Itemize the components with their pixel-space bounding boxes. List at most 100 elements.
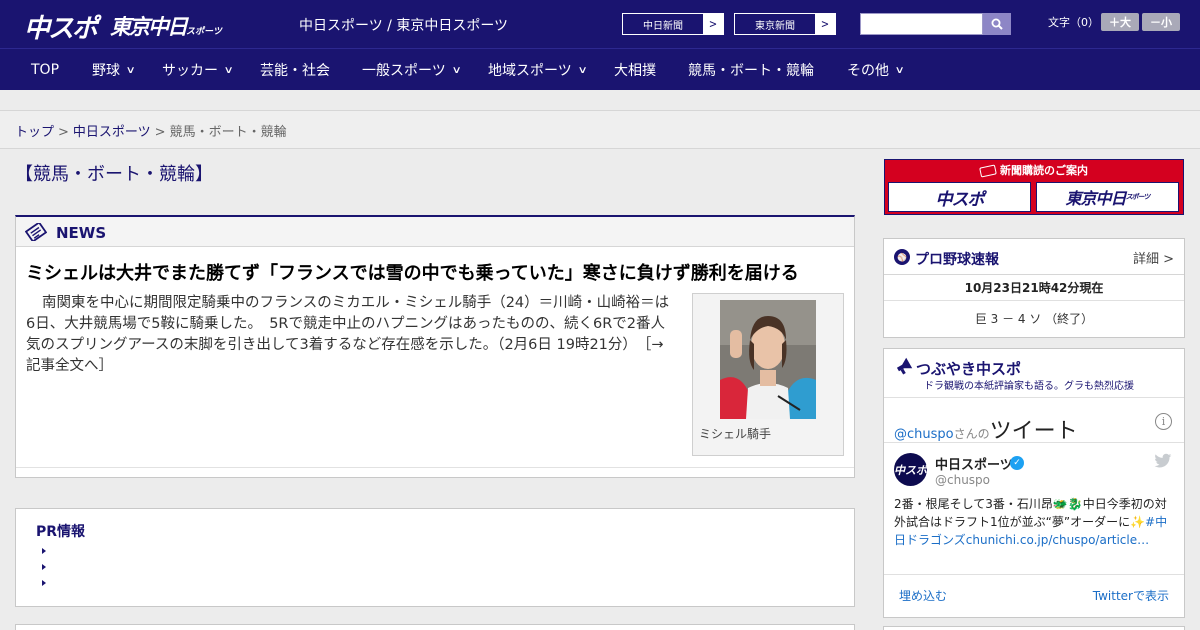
nav-item-label: 芸能・社会 — [260, 63, 330, 79]
search-button[interactable] — [983, 13, 1011, 35]
chevron-down-icon: ∨ — [451, 64, 462, 76]
subscription-title: 新聞購読のご案内 — [885, 162, 1183, 178]
news-section-header: NEWS — [16, 217, 854, 247]
newspaper-icon — [25, 223, 47, 241]
nav-item-label: サッカー — [162, 63, 218, 79]
divider — [884, 574, 1184, 575]
article-photo-card[interactable]: ミシェル騎手 — [692, 293, 844, 456]
chevron-down-icon: ∨ — [577, 64, 588, 76]
nav-item-other[interactable]: その他 ∨ — [847, 49, 905, 91]
nav-item-label: 地域スポーツ — [488, 63, 572, 79]
baseball-details-link[interactable]: 詳細 > — [1133, 248, 1174, 267]
next-widget — [883, 626, 1185, 630]
tweet-link[interactable]: chunichi.co.jp/chuspo/article… — [966, 533, 1149, 547]
next-section — [15, 624, 855, 630]
chevron-down-icon: ∨ — [894, 64, 905, 76]
jockey-photo-image — [720, 300, 816, 419]
subscription-title-text: 新聞購読のご案内 — [1000, 164, 1088, 177]
game-score[interactable]: 巨 3 － 4 ソ （終了） — [884, 310, 1184, 327]
site-title: 中日スポーツ / 東京中日スポーツ — [299, 18, 509, 34]
verified-badge-icon: ✓ — [1010, 456, 1024, 470]
nav-item-soccer[interactable]: サッカー ∨ — [162, 49, 234, 91]
nav-item-entertainment[interactable]: 芸能・社会 — [260, 49, 330, 91]
chuspo-logo[interactable]: 中スポ — [24, 8, 98, 44]
font-increase-button[interactable]: ＋大 — [1101, 13, 1139, 31]
megaphone-icon — [896, 357, 913, 375]
jockey-photo — [720, 300, 816, 419]
embed-link[interactable]: 埋め込む — [899, 587, 947, 604]
chevron-down-icon: ∨ — [125, 64, 136, 76]
nav-item-label: 野球 — [92, 63, 120, 79]
divider — [884, 442, 1184, 443]
article-summary: 南関東を中心に期間限定騎乗中のフランスのミカエル・ミシェル騎手（24）＝川崎・山… — [26, 293, 671, 377]
tokyo-shimbun-label: 東京新聞 — [755, 20, 795, 32]
ticket-icon — [979, 164, 997, 178]
twitter-widget: つぶやき中スポ ドラ観戦の本紙評論家も語る。グラも熱烈応援 @chuspoさんの… — [883, 348, 1185, 618]
search-icon — [991, 18, 1003, 30]
baseball-icon: ⚾ — [894, 249, 910, 265]
chunichi-shimbun-label: 中日新聞 — [643, 20, 683, 32]
subscribe-tokyo-chunichi-logo: 東京中日 スポーツ — [1036, 182, 1179, 212]
account-name[interactable]: 中日スポーツ — [935, 454, 1013, 473]
pr-item-1[interactable] — [42, 548, 46, 554]
article-body: 南関東を中心に期間限定騎乗中のフランスのミカエル・ミシェル騎手（24）＝川崎・山… — [26, 295, 670, 353]
page-title: 【競馬・ボート・競輪】 — [15, 164, 213, 185]
account-handle[interactable]: @chuspo — [935, 473, 990, 487]
chunichi-shimbun-link[interactable]: 中日新聞 > — [622, 13, 724, 35]
handle-suffix: さんの — [953, 427, 990, 441]
nav-item-label: 大相撲 — [614, 63, 656, 79]
tokyo-chunichi-logo[interactable]: 東京中日スポーツ — [110, 11, 222, 43]
chevron-right-icon: > — [815, 14, 835, 34]
divider — [884, 300, 1184, 301]
article-headline[interactable]: ミシェルは大井でまた勝てず「フランスでは雪の中でも乗っていた」寒さに負けず勝利を… — [26, 259, 854, 285]
tweets-heading: ツイート — [989, 419, 1078, 444]
nav-item-label: その他 — [847, 63, 889, 79]
chevron-down-icon: ∨ — [223, 64, 234, 76]
tokyo-chunichi-logo-text: 東京中日 — [110, 15, 188, 39]
nav-item-racing[interactable]: 競馬・ボート・競輪 — [688, 49, 814, 91]
tweets-by-header: @chuspoさんのツイート — [894, 413, 1078, 445]
nav-item-regional-sports[interactable]: 地域スポーツ ∨ — [488, 49, 588, 91]
main-nav: TOP 野球 ∨ サッカー ∨ 芸能・社会 一般スポーツ ∨ 地域スポーツ ∨ 大相撲 … — [0, 48, 1200, 90]
search-input[interactable] — [860, 13, 983, 35]
breadcrumb-current: 競馬・ボート・競輪 — [169, 125, 287, 140]
font-decrease-button[interactable]: －小 — [1142, 13, 1180, 31]
breadcrumb-link-chunichi-sports[interactable]: 中日スポーツ — [73, 125, 151, 140]
nav-item-general-sports[interactable]: 一般スポーツ ∨ — [362, 49, 462, 91]
top-header: 中スポ 東京中日スポーツ 中日スポーツ / 東京中日スポーツ 中日新聞 > 東京… — [0, 0, 1200, 48]
nav-item-sumo[interactable]: 大相撲 — [614, 49, 656, 91]
breadcrumb-link-top[interactable]: トップ — [15, 125, 54, 140]
tokyo-shimbun-link[interactable]: 東京新聞 > — [734, 13, 836, 35]
twitter-bird-icon[interactable] — [1154, 453, 1172, 469]
nav-item-label: TOP — [31, 62, 60, 78]
tokyo-chunichi-logo-suffix: スポーツ — [186, 27, 222, 37]
breadcrumb-separator: > — [154, 125, 166, 140]
view-on-twitter-link[interactable]: Twitterで表示 — [1093, 587, 1169, 604]
baseball-scores-header: ⚾ プロ野球速報 詳細 > — [884, 239, 1184, 275]
info-icon[interactable]: i — [1155, 413, 1172, 430]
pr-section: PR情報 — [15, 508, 855, 607]
pr-item-2[interactable] — [42, 564, 46, 570]
tweet-text: 2番・根尾そして3番・石川昂🐲🐉中日今季初の対外試合はドラフト1位が並ぶ“夢”オ… — [894, 495, 1176, 549]
twitter-widget-subtitle: ドラ観戦の本紙評論家も語る。グラも熱烈応援 — [924, 381, 1134, 392]
divider — [884, 397, 1184, 398]
breadcrumb-separator: > — [58, 125, 69, 140]
subscribe-tokyo-chunichi-text: 東京中日 — [1065, 189, 1127, 208]
twitter-widget-title: つぶやき中スポ — [916, 360, 1022, 378]
breadcrumb: トップ > 中日スポーツ > 競馬・ボート・競輪 — [15, 121, 287, 140]
photo-caption: ミシェル騎手 — [699, 427, 772, 441]
chevron-right-icon: > — [703, 14, 723, 34]
pr-item-3[interactable] — [42, 580, 46, 586]
subscribe-tokyo-chunichi-suffix: スポーツ — [1125, 193, 1151, 201]
news-section: NEWS ミシェルは大井でまた勝てず「フランスでは雪の中でも乗っていた」寒さに負… — [15, 215, 855, 478]
divider — [16, 467, 854, 468]
nav-item-baseball[interactable]: 野球 ∨ — [92, 49, 136, 91]
subscription-banner[interactable]: 新聞購読のご案内 中スポ 東京中日 スポーツ — [884, 159, 1184, 215]
avatar[interactable]: 中スポ — [894, 453, 927, 486]
subscribe-chuspo-logo: 中スポ — [888, 182, 1031, 212]
tweet-body: 2番・根尾そして3番・石川昂🐲🐉中日今季初の対外試合はドラフト1位が並ぶ“夢”オ… — [894, 497, 1167, 529]
twitter-handle-link[interactable]: @chuspo — [894, 427, 954, 442]
font-size-label: 文字（0） — [1048, 16, 1099, 29]
nav-item-top[interactable]: TOP — [31, 49, 59, 91]
nav-item-label: 競馬・ボート・競輪 — [688, 63, 814, 79]
